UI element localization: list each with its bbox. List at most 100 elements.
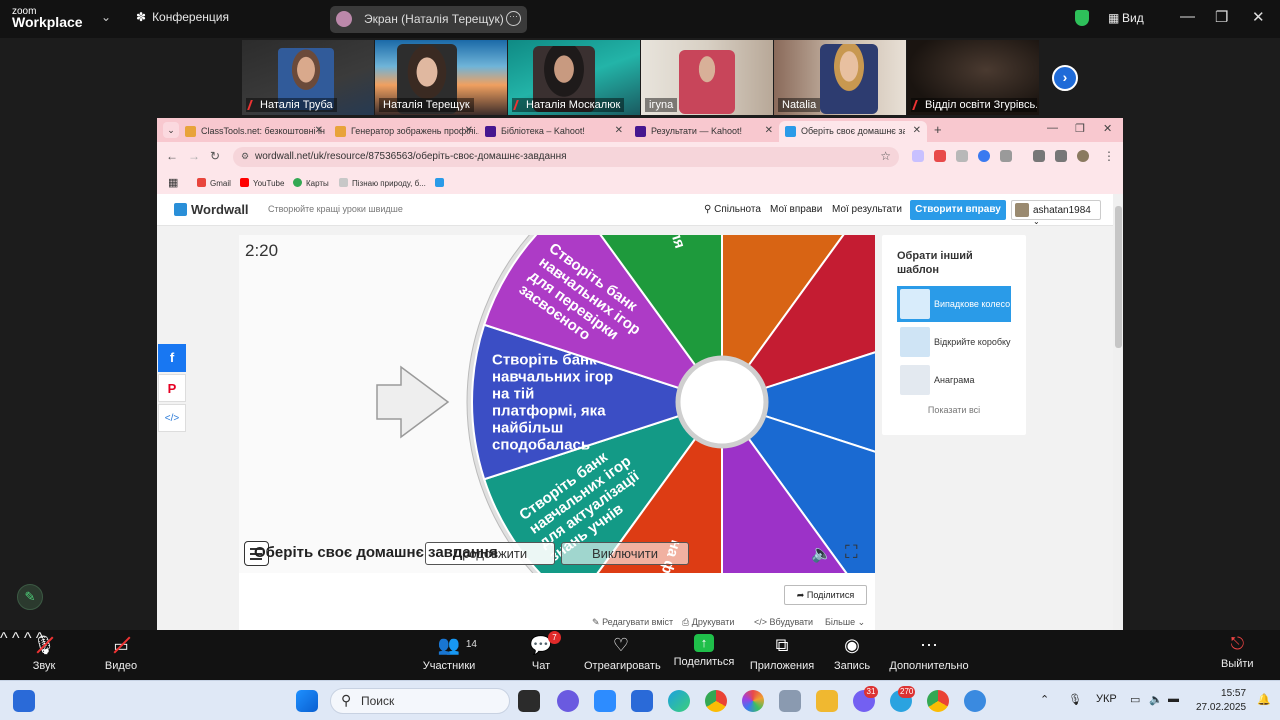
new-tab-icon[interactable]: +	[934, 122, 942, 137]
more-options-icon[interactable]: ···	[506, 11, 521, 26]
reload-icon[interactable]: ↻	[210, 149, 220, 163]
url-input[interactable]: ⚙ wordwall.net/uk/resource/87536563/обер…	[233, 147, 899, 167]
download-icon[interactable]	[1055, 150, 1067, 162]
profile-avatar[interactable]	[1077, 150, 1089, 162]
minimize-icon[interactable]: —	[1180, 8, 1195, 25]
nav-my-results[interactable]: Мої результати	[832, 204, 902, 215]
input-language[interactable]: УКР	[1096, 693, 1117, 705]
task-view-icon[interactable]	[518, 690, 540, 712]
file-explorer-icon[interactable]	[816, 690, 838, 712]
widgets-icon[interactable]	[13, 690, 35, 712]
share-screen-button[interactable]: ↑ Поделиться	[672, 634, 736, 668]
puzzle-icon[interactable]	[1000, 150, 1012, 162]
site-info-icon[interactable]: ⚙	[241, 151, 249, 162]
tab-search-icon[interactable]: ⌄	[163, 122, 179, 138]
network-app-icon[interactable]	[964, 690, 986, 712]
system-clock[interactable]: 15:57 27.02.2025	[1196, 687, 1246, 715]
browser-restore-icon[interactable]: ❐	[1075, 122, 1085, 135]
browser-tab[interactable]: Бібліотека – Kahoot! ✕	[479, 121, 629, 142]
chevron-down-icon[interactable]: ⌄	[101, 10, 111, 24]
pinterest-share-icon[interactable]: P	[158, 374, 186, 402]
battery-icon[interactable]: ▬	[1168, 693, 1179, 705]
screen-share-indicator[interactable]: Экран (Наталія Терещук) ···	[330, 6, 527, 33]
bookmark-star-icon[interactable]: ☆	[880, 149, 891, 163]
record-button[interactable]: ◉ Запись	[832, 634, 872, 672]
annotate-pen-icon[interactable]: ✎	[17, 584, 43, 610]
start-icon[interactable]	[296, 690, 318, 712]
browser-tab-active[interactable]: Оберіть своє домашнє завдання ✕	[779, 121, 927, 142]
video-tile[interactable]: Наталія Труба	[242, 40, 374, 115]
browser-minimize-icon[interactable]: —	[1047, 122, 1058, 134]
video-tile[interactable]: Відділ освіти Згурівсь...	[907, 40, 1039, 115]
wheel-hub[interactable]	[675, 355, 769, 449]
photos-icon[interactable]	[742, 690, 764, 712]
browser-tab[interactable]: ClassTools.net: безкоштовні ін ✕	[179, 121, 329, 142]
forward-icon[interactable]: →	[188, 149, 200, 163]
facebook-share-icon[interactable]: f	[158, 344, 186, 372]
share-button[interactable]: ➦ Поділитися	[784, 585, 867, 605]
print-link[interactable]: ⎙ Друкувати	[682, 617, 734, 628]
audio-button[interactable]: 🎙 Звук	[24, 634, 64, 672]
chat-button[interactable]: 💬 7 Чат	[525, 631, 561, 672]
extension-icon[interactable]	[978, 150, 990, 162]
microphone-tray-icon[interactable]: 🎙	[1068, 693, 1082, 706]
template-random-wheel[interactable]: Випадкове колесо	[897, 286, 1011, 322]
view-button[interactable]: ▦ Вид	[1108, 11, 1144, 25]
edge-icon[interactable]	[668, 690, 690, 712]
sound-icon[interactable]: 🔈	[811, 544, 832, 564]
browser-close-icon[interactable]: ✕	[1103, 122, 1112, 135]
taskbar-search[interactable]: ⚲ Поиск	[330, 688, 510, 714]
pen-extension-icon[interactable]	[912, 150, 924, 162]
network-icon[interactable]: ▭	[1130, 693, 1140, 706]
back-icon[interactable]: ←	[166, 149, 178, 163]
next-page-button[interactable]: ›	[1052, 65, 1078, 91]
video-tile[interactable]: Наталія Москалюк	[508, 40, 640, 115]
exclude-button[interactable]: Виключити	[561, 542, 689, 565]
template-open-box[interactable]: Відкрийте коробку	[897, 324, 1011, 360]
store-icon[interactable]	[631, 690, 653, 712]
reading-list-icon[interactable]	[1033, 150, 1045, 162]
fullscreen-icon[interactable]: ⛶	[845, 542, 858, 563]
video-tile-active-speaker[interactable]: Наталія Терещук	[375, 40, 507, 115]
nav-my-activities[interactable]: Мої вправи	[770, 204, 822, 215]
volume-icon[interactable]: 🔈	[1149, 693, 1163, 706]
shield-icon[interactable]	[1075, 10, 1089, 26]
audio-options-caret-icon[interactable]: ^	[0, 630, 8, 647]
tab-close-icon[interactable]: ✕	[913, 125, 921, 136]
extension-icon[interactable]	[956, 150, 968, 162]
close-icon[interactable]: ✕	[1252, 8, 1265, 26]
tab-close-icon[interactable]: ✕	[615, 125, 623, 136]
leave-button[interactable]: ⎋ Выйти	[1221, 634, 1254, 670]
app-icon[interactable]	[779, 690, 801, 712]
bookmark-maps[interactable]: Карты	[293, 178, 329, 188]
scrollbar-thumb[interactable]	[1115, 206, 1122, 348]
notifications-icon[interactable]: 🔔	[1257, 693, 1271, 706]
chrome-profile-icon[interactable]	[927, 690, 949, 712]
chrome-icon[interactable]	[705, 690, 727, 712]
tray-chevron-up-icon[interactable]: ⌃	[1040, 693, 1049, 706]
apps-button[interactable]: ⧉ Приложения	[749, 634, 815, 672]
video-options-caret-icon[interactable]: ^	[12, 630, 20, 647]
abp-extension-icon[interactable]	[934, 150, 946, 162]
embed-link[interactable]: </> Вбудувати	[754, 617, 813, 627]
video-tile[interactable]: Natalia	[774, 40, 906, 115]
more-link[interactable]: Більше ⌄	[825, 617, 865, 628]
bookmark-youtube[interactable]: YouTube	[240, 178, 284, 188]
tab-close-icon[interactable]: ✕	[765, 125, 773, 136]
browser-tab[interactable]: Генератор зображень профілі... ✕	[329, 121, 479, 142]
show-all-templates-link[interactable]: Показати всі	[882, 405, 1026, 415]
create-activity-button[interactable]: Створити вправу	[910, 200, 1006, 220]
video-button[interactable]: ▭ Видео	[101, 634, 141, 672]
user-menu[interactable]: ashatan1984 ⌄	[1011, 200, 1101, 226]
spinning-wheel[interactable]: Створіть банкнавчальних ігордля актуаліз…	[239, 235, 875, 573]
participants-button[interactable]: 👥 14 Участники	[421, 634, 477, 672]
edit-content-link[interactable]: ✎ Редагувати вміст	[592, 617, 673, 628]
tab-close-icon[interactable]: ✕	[315, 125, 323, 136]
tab-close-icon[interactable]: ✕	[465, 125, 473, 136]
react-button[interactable]: ♡ Отреагировать	[584, 634, 661, 672]
bookmark-item[interactable]	[435, 178, 448, 188]
apps-grid-icon[interactable]: ▦	[168, 176, 178, 189]
chat-app-icon[interactable]	[557, 690, 579, 712]
nav-community[interactable]: ⚲ Спільнота	[704, 204, 761, 215]
zoom-app-icon[interactable]	[594, 690, 616, 712]
